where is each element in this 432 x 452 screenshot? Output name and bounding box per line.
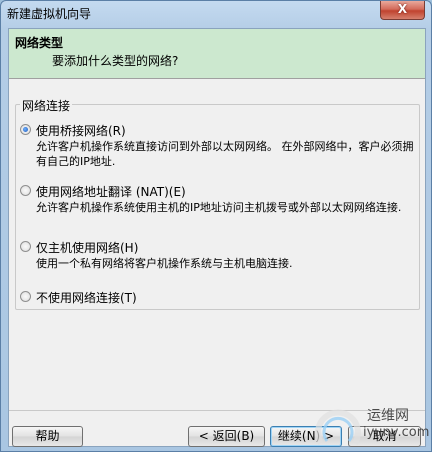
option-description: 使用一个私有网络将客户机操作系统与主机电脑连接. [36, 257, 293, 270]
title-bar[interactable]: 新建虚拟机向导 X [1, 1, 431, 23]
watermark: 运维网 iyunv.com [315, 403, 431, 451]
option-host-only[interactable]: 仅主机使用网络(H) 使用一个私有网络将客户机操作系统与主机电脑连接. [20, 239, 416, 271]
option-nat[interactable]: 使用网络地址翻译 (NAT)(E) 允许客户机操作系统使用主机的IP地址访问主机… [20, 183, 416, 227]
option-label[interactable]: 使用网络地址翻译 (NAT)(E) [36, 183, 186, 200]
option-description: 允许客户机操作系统直接访问到外部以太网网络。 在外部网络中，客户必须拥有自己的I… [36, 140, 414, 168]
option-bridged[interactable]: 使用桥接网络(R) 允许客户机操作系统直接访问到外部以太网网络。 在外部网络中，… [20, 122, 416, 168]
wizard-client-area: 网络类型 要添加什么类型的网络? 网络连接 使用桥接网络(R) 允许客户机操作系… [8, 28, 426, 447]
help-button[interactable]: 帮助 [12, 426, 83, 447]
radio-host-only[interactable] [20, 241, 31, 252]
radio-no-network[interactable] [20, 291, 31, 302]
option-label[interactable]: 不使用网络连接(T) [36, 289, 137, 306]
option-label[interactable]: 使用桥接网络(R) [36, 122, 126, 139]
radio-bridged[interactable] [20, 124, 31, 135]
option-description: 允许客户机操作系统使用主机的IP地址访问主机拨号或外部以太网网络连接. [36, 201, 402, 214]
watermark-logo-icon [315, 409, 361, 445]
radio-nat[interactable] [20, 185, 31, 196]
page-subtitle: 要添加什么类型的网络? [52, 54, 179, 68]
page-title: 网络类型 [15, 36, 64, 50]
wizard-header: 网络类型 要添加什么类型的网络? [9, 29, 425, 79]
close-icon: X [397, 2, 408, 16]
group-legend: 网络连接 [20, 97, 73, 114]
option-label[interactable]: 仅主机使用网络(H) [36, 239, 138, 256]
network-connection-group: 网络连接 使用桥接网络(R) 允许客户机操作系统直接访问到外部以太网网络。 在外… [15, 97, 420, 310]
wizard-window: 新建虚拟机向导 X 网络类型 要添加什么类型的网络? 网络连接 使用桥接网络(R… [0, 0, 432, 452]
watermark-text: 运维网 [367, 408, 409, 424]
window-title: 新建虚拟机向导 [7, 7, 92, 21]
close-button[interactable]: X [380, 1, 425, 20]
back-button[interactable]: < 返回(B) [188, 426, 265, 447]
option-no-network[interactable]: 不使用网络连接(T) [20, 289, 416, 305]
watermark-url: iyunv.com [363, 425, 430, 440]
